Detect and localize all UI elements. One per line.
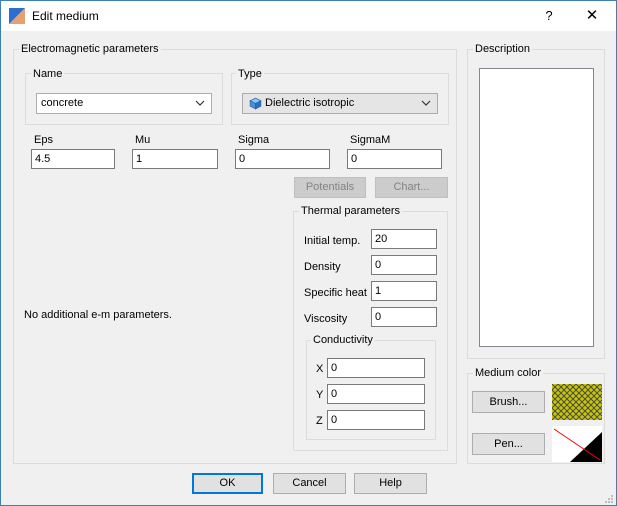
chart-button[interactable]: Chart...: [375, 177, 448, 198]
type-combo[interactable]: Dielectric isotropic: [242, 93, 438, 114]
pen-swatch[interactable]: [552, 426, 602, 462]
conductivity-x-input[interactable]: 0: [327, 358, 425, 378]
sigma-label: Sigma: [238, 134, 270, 146]
brush-swatch[interactable]: [552, 384, 602, 420]
conductivity-x-label: X: [316, 363, 324, 375]
resize-grip-icon[interactable]: [604, 494, 614, 504]
help-button[interactable]: Help: [354, 473, 427, 494]
description-label: Description: [473, 43, 533, 55]
initial-temp-input[interactable]: 20: [371, 229, 437, 249]
conductivity-z-label: Z: [316, 415, 323, 427]
conductivity-z-input[interactable]: 0: [327, 410, 425, 430]
help-icon[interactable]: ?: [537, 5, 561, 27]
density-input[interactable]: 0: [371, 255, 437, 275]
chevron-down-icon: [421, 100, 431, 106]
brush-button[interactable]: Brush...: [472, 391, 545, 413]
title-bar: Edit medium ? ✕: [1, 1, 616, 31]
sigma-input[interactable]: 0: [235, 149, 330, 169]
pen-button[interactable]: Pen...: [472, 433, 545, 455]
conductivity-label: Conductivity: [311, 334, 375, 346]
mu-label: Mu: [135, 134, 151, 146]
eps-label: Eps: [34, 134, 53, 146]
em-parameters-label: Electromagnetic parameters: [19, 43, 161, 55]
no-params-text: No additional e-m parameters.: [24, 309, 172, 321]
name-combo-value: concrete: [41, 97, 84, 109]
eps-input[interactable]: 4.5: [31, 149, 115, 169]
viscosity-label: Viscosity: [304, 313, 348, 325]
conductivity-y-input[interactable]: 0: [327, 384, 425, 404]
sigmam-input[interactable]: 0: [347, 149, 442, 169]
potentials-button[interactable]: Potentials: [294, 177, 366, 198]
cancel-button[interactable]: Cancel: [273, 473, 346, 494]
density-label: Density: [304, 261, 341, 273]
cube-icon: [249, 97, 262, 110]
close-icon[interactable]: ✕: [577, 5, 607, 27]
type-label: Type: [236, 68, 264, 80]
thermal-parameters-label: Thermal parameters: [299, 205, 403, 217]
initial-temp-label: Initial temp.: [304, 235, 361, 247]
specific-heat-label: Specific heat: [304, 287, 367, 299]
sigmam-label: SigmaM: [350, 134, 391, 146]
chevron-down-icon: [195, 100, 205, 106]
description-textarea[interactable]: [479, 68, 594, 347]
name-combo[interactable]: concrete: [36, 93, 212, 114]
type-combo-value: Dielectric isotropic: [265, 97, 355, 109]
app-icon: [9, 8, 25, 24]
window-title: Edit medium: [32, 9, 99, 23]
mu-input[interactable]: 1: [132, 149, 218, 169]
edit-medium-dialog: Edit medium ? ✕ Electromagnetic paramete…: [0, 0, 617, 506]
conductivity-y-label: Y: [316, 389, 324, 401]
name-label: Name: [31, 68, 65, 80]
viscosity-input[interactable]: 0: [371, 307, 437, 327]
specific-heat-input[interactable]: 1: [371, 281, 437, 301]
medium-color-label: Medium color: [473, 367, 544, 379]
ok-button[interactable]: OK: [192, 473, 263, 494]
